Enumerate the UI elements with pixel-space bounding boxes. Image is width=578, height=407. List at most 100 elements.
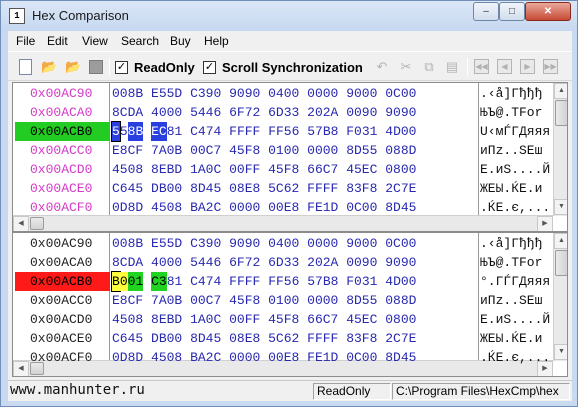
hex-word[interactable]: 4508: [151, 348, 182, 367]
maximize-button[interactable]: □: [499, 2, 525, 21]
hex-row[interactable]: 0x00AC90 008B E55D C390 9090 0400 0000 90…: [13, 234, 553, 253]
hex-word[interactable]: C645: [112, 329, 143, 348]
hex-word[interactable]: 5446: [190, 253, 221, 272]
hex-word[interactable]: 08E8: [229, 179, 260, 198]
menu-view[interactable]: View: [82, 34, 108, 48]
hex-word[interactable]: 8EBD: [151, 160, 182, 179]
prev-diff-icon[interactable]: ◀: [497, 59, 512, 74]
hex-bytes[interactable]: 008B E55D C390 9090 0400 0000 9000 0C00: [112, 234, 416, 253]
ascii-text[interactable]: U‹мЃГДяяя: [480, 122, 555, 141]
hex-word[interactable]: 5446: [190, 103, 221, 122]
hex-word[interactable]: 8D45: [385, 198, 416, 217]
hex-word[interactable]: 57B8: [307, 272, 338, 291]
hex-word[interactable]: 0400: [268, 234, 299, 253]
hex-row[interactable]: 0x00AC90 008B E55D C390 9090 0400 0000 90…: [13, 84, 553, 103]
last-diff-icon[interactable]: ▶▶: [543, 59, 558, 74]
hex-word[interactable]: 0100: [268, 291, 299, 310]
hex-word[interactable]: 2C7E: [385, 329, 416, 348]
hex-word[interactable]: B001: [111, 271, 144, 292]
scroll-up-icon[interactable]: ▲: [554, 233, 567, 249]
open-folder-icon[interactable]: 📂: [41, 59, 57, 75]
hex-word[interactable]: 45EC: [346, 160, 377, 179]
hex-word[interactable]: FFFF: [229, 122, 260, 141]
new-file-icon[interactable]: [19, 59, 32, 75]
hex-word[interactable]: E55D: [151, 84, 182, 103]
hex-row[interactable]: 0x00ACC0 E8CF 7A0B 00C7 45F8 0100 0000 8D…: [13, 291, 553, 310]
hex-row[interactable]: 0x00ACE0 C645 DB00 8D45 08E8 5C62 FFFF 83…: [13, 329, 553, 348]
hex-word[interactable]: 0D8D: [112, 198, 143, 217]
scroll-down-icon[interactable]: ▼: [554, 344, 567, 360]
hex-bytes[interactable]: 8CDA 4000 5446 6F72 6D33 202A 0090 9090: [112, 253, 416, 272]
hex-word[interactable]: 0000: [307, 84, 338, 103]
hex-word[interactable]: 8D55: [346, 141, 377, 160]
scroll-up-icon[interactable]: ▲: [554, 83, 567, 99]
hex-word[interactable]: 45F8: [268, 310, 299, 329]
hex-word[interactable]: EC81: [151, 122, 182, 141]
hex-row[interactable]: 0x00ACA0 8CDA 4000 5446 6F72 6D33 202A 00…: [13, 253, 553, 272]
hex-word[interactable]: E55D: [151, 234, 182, 253]
hex-word[interactable]: 0000: [229, 348, 260, 367]
hex-row[interactable]: 0x00ACD0 4508 8EBD 1A0C 00FF 45F8 66C7 45…: [13, 310, 553, 329]
hex-word[interactable]: 6F72: [229, 253, 260, 272]
hex-word[interactable]: F031: [346, 122, 377, 141]
hex-row[interactable]: 0x00ACF0 0D8D 4508 BA2C 0000 00E8 FE1D 0C…: [13, 348, 553, 367]
ascii-text[interactable]: иПz..SEш: [480, 141, 555, 160]
hex-word[interactable]: 0D8D: [112, 348, 143, 367]
hex-word[interactable]: C474: [190, 122, 221, 141]
hex-word[interactable]: 8CDA: [112, 253, 143, 272]
hex-row[interactable]: 0x00ACA0 8CDA 4000 5446 6F72 6D33 202A 00…: [13, 103, 553, 122]
hex-bytes[interactable]: 008B E55D C390 9090 0400 0000 9000 0C00: [112, 84, 416, 103]
minimize-button[interactable]: –: [473, 2, 499, 21]
hex-word[interactable]: 8CDA: [112, 103, 143, 122]
hex-word[interactable]: 5C62: [268, 179, 299, 198]
ascii-text[interactable]: ЖЕЫ.ЌE.и: [480, 179, 555, 198]
hex-word[interactable]: 4508: [112, 160, 143, 179]
hex-word[interactable]: 0090: [346, 253, 377, 272]
hex-word[interactable]: 0000: [229, 198, 260, 217]
hex-bytes[interactable]: E8CF 7A0B 00C7 45F8 0100 0000 8D55 088D: [112, 291, 416, 310]
hex-word[interactable]: 66C7: [307, 310, 338, 329]
hex-word[interactable]: 00FF: [229, 310, 260, 329]
hex-word[interactable]: 08E8: [229, 329, 260, 348]
hex-word[interactable]: 4D00: [385, 272, 416, 291]
hex-bytes[interactable]: B001 C381 C474 FFFF FF56 57B8 F031 4D00: [111, 271, 417, 292]
hex-word[interactable]: 8D45: [190, 329, 221, 348]
hex-word[interactable]: 45EC: [346, 310, 377, 329]
hex-word[interactable]: 0800: [385, 310, 416, 329]
menu-file[interactable]: File: [16, 34, 35, 48]
hex-word[interactable]: 6F72: [229, 103, 260, 122]
hex-pane-bottom[interactable]: ▲ ▼ ◀ ▶ 0x00AC90 008B E55D C390 9090 0400…: [12, 232, 568, 377]
hex-word[interactable]: 9000: [346, 84, 377, 103]
readonly-checkbox[interactable]: ✓: [115, 61, 128, 74]
hex-word[interactable]: C390: [190, 84, 221, 103]
hex-word[interactable]: 0000: [307, 141, 338, 160]
hex-row[interactable]: 0x00ACF0 0D8D 4508 BA2C 0000 00E8 FE1D 0C…: [13, 198, 553, 217]
open-second-icon[interactable]: 📂: [65, 59, 81, 75]
hex-word[interactable]: 7A0B: [151, 291, 182, 310]
hex-word[interactable]: BA2C: [190, 198, 221, 217]
first-diff-icon[interactable]: ◀◀: [474, 59, 489, 74]
hex-row[interactable]: 0x00ACE0 C645 DB00 8D45 08E8 5C62 FFFF 83…: [13, 179, 553, 198]
vertical-scrollbar[interactable]: ▲ ▼: [553, 233, 567, 361]
ascii-text[interactable]: ЊЪ@.TFor: [480, 103, 555, 122]
hex-row[interactable]: 0x00ACC0 E8CF 7A0B 00C7 45F8 0100 0000 8D…: [13, 141, 553, 160]
paste-icon[interactable]: ▤: [444, 59, 460, 75]
hex-bytes[interactable]: 8CDA 4000 5446 6F72 6D33 202A 0090 9090: [112, 103, 416, 122]
hex-word[interactable]: 0C00: [385, 234, 416, 253]
hex-word[interactable]: 83F8: [346, 179, 377, 198]
hex-word[interactable]: 088D: [385, 141, 416, 160]
ascii-text[interactable]: E.иS....Й: [480, 310, 555, 329]
vertical-scrollbar[interactable]: ▲ ▼: [553, 83, 567, 216]
hex-word[interactable]: 45F8: [229, 291, 260, 310]
hex-word[interactable]: FFFF: [307, 179, 338, 198]
hex-word[interactable]: 9090: [229, 84, 260, 103]
close-button[interactable]: ✕: [525, 2, 571, 21]
scroll-down-icon[interactable]: ▼: [554, 199, 567, 215]
hex-word[interactable]: E8CF: [112, 141, 143, 160]
hex-word[interactable]: E8CF: [112, 291, 143, 310]
ascii-text[interactable]: °.ГЃГДяяя: [480, 272, 555, 291]
hex-word[interactable]: 0400: [268, 84, 299, 103]
hex-word[interactable]: 8D55: [346, 291, 377, 310]
hex-word[interactable]: 9090: [385, 253, 416, 272]
readonly-label[interactable]: ReadOnly: [134, 60, 195, 75]
